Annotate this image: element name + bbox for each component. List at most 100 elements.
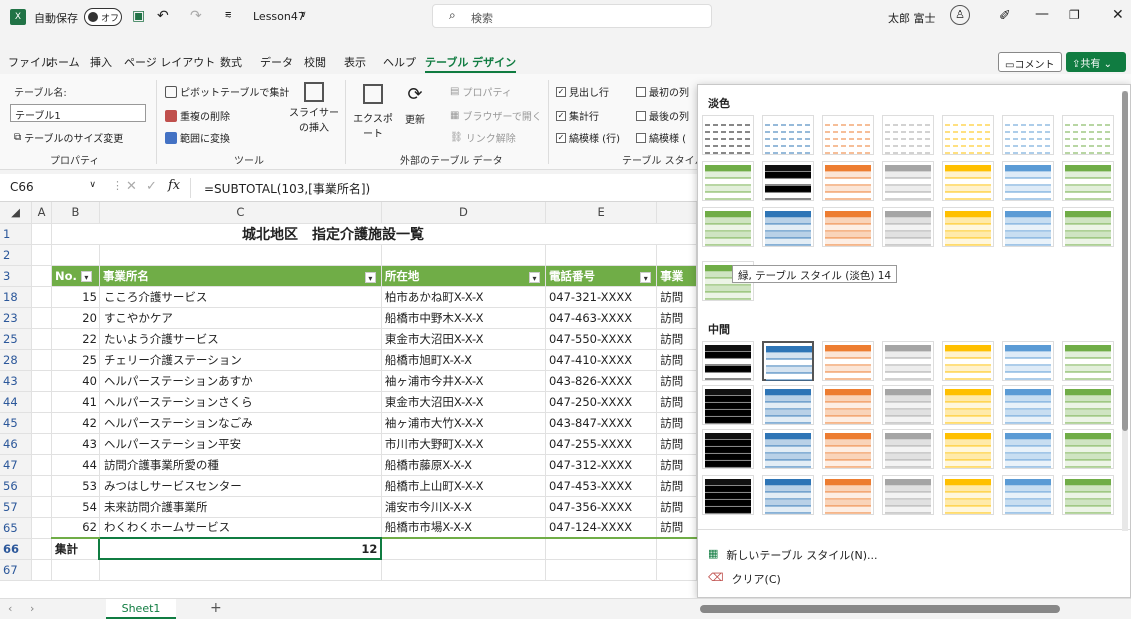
header-phone[interactable]: 電話番号 ▾ [545,265,658,287]
column-header-c[interactable]: C [99,202,382,224]
table-style-swatch[interactable] [1002,341,1054,381]
filter-dropdown-icon[interactable]: ▾ [528,271,540,283]
cell-address[interactable]: 東金市大沼田X-X-X [381,328,546,350]
enter-icon[interactable]: ✓ [146,179,157,194]
column-header-b[interactable]: B [51,202,100,224]
tab-home[interactable]: ホーム [47,54,80,70]
cell-no[interactable]: 42 [51,412,100,434]
pen-icon[interactable]: ✐ [999,8,1011,24]
row-number[interactable]: 23 [0,307,33,329]
table-style-swatch[interactable] [882,115,934,155]
table-style-swatch[interactable] [1062,385,1114,425]
new-table-style-button[interactable]: ▦ 新しいテーブル スタイル(N)... [708,547,878,563]
cell-address[interactable]: 東金市大沼田X-X-X [381,391,546,413]
table-style-swatch[interactable] [1062,161,1114,201]
table-style-swatch[interactable] [882,341,934,381]
cell-type[interactable]: 訪問 [656,391,697,413]
table-style-swatch[interactable] [822,207,874,247]
customize-qat-icon[interactable]: ⩳ [225,8,231,22]
total-label[interactable]: 集計 [51,537,100,560]
refresh-button[interactable]: ⟳ 更新 [400,84,430,126]
row-number[interactable]: 44 [0,391,33,413]
table-style-swatch[interactable] [702,161,754,201]
table-style-swatch[interactable] [702,475,754,515]
minimize-icon[interactable]: — [1035,6,1049,22]
table-style-swatch[interactable] [702,207,754,247]
table-style-swatch[interactable] [942,429,994,469]
table-style-swatch[interactable] [942,475,994,515]
banded-columns-checkbox[interactable]: 縞模様 ( [636,130,686,145]
select-all-corner[interactable]: ◢ [0,202,33,224]
tab-table-design[interactable]: テーブル デザイン [425,54,517,73]
cell-no[interactable]: 25 [51,349,100,371]
file-name[interactable]: Lesson47 [253,10,305,23]
cell-phone[interactable]: 047-356-XXXX [545,496,658,518]
cell-type[interactable]: 訪問 [656,454,697,476]
cell-name[interactable]: たいよう介護サービス [99,328,382,350]
cell-type[interactable]: 訪問 [656,286,697,308]
table-style-swatch[interactable] [702,115,754,155]
column-header-a[interactable]: A [31,202,53,224]
tab-insert[interactable]: 挿入 [90,54,112,70]
name-box[interactable]: C66 ∨ [4,178,102,198]
table-style-swatch[interactable] [702,341,754,381]
cell-name[interactable]: 未来訪問介護事業所 [99,496,382,518]
row-number[interactable]: 65 [0,517,33,539]
row-number[interactable]: 57 [0,496,33,518]
table-style-swatch[interactable] [822,429,874,469]
cancel-icon[interactable]: ✕ [126,179,137,194]
table-name-input[interactable]: テーブル1 [10,104,146,122]
cell-name[interactable]: みつはしサービスセンター [99,475,382,497]
tab-page-layout[interactable]: ページ レイアウト [124,54,215,70]
cell-address[interactable]: 浦安市今川X-X-X [381,496,546,518]
table-style-swatch[interactable] [762,429,814,469]
row-number[interactable]: 28 [0,349,33,371]
table-style-swatch[interactable] [762,341,814,381]
table-style-swatch[interactable] [822,161,874,201]
tab-review[interactable]: 校閲 [304,54,326,70]
table-style-swatch[interactable] [1062,429,1114,469]
next-sheet-icon[interactable]: › [30,602,34,615]
cell-no[interactable]: 15 [51,286,100,308]
table-style-swatch[interactable] [882,475,934,515]
tab-data[interactable]: データ [260,54,293,70]
cell-phone[interactable]: 047-312-XXXX [545,454,658,476]
last-column-checkbox[interactable]: 最後の列 [636,108,689,123]
sheet-tab[interactable]: Sheet1 [106,599,176,619]
table-style-swatch[interactable] [1062,475,1114,515]
cell-phone[interactable]: 047-124-XXXX [545,517,658,539]
cell-phone[interactable]: 047-550-XXXX [545,328,658,350]
gallery-scrollbar[interactable] [1122,91,1128,531]
restore-icon[interactable]: ❐ [1069,8,1080,22]
cell-address[interactable]: 船橋市旭町X-X-X [381,349,546,371]
cell-no[interactable]: 62 [51,517,100,539]
table-style-swatch[interactable] [822,341,874,381]
row-number[interactable]: 56 [0,475,33,497]
cell-phone[interactable]: 047-410-XXXX [545,349,658,371]
cell-no[interactable]: 44 [51,454,100,476]
cell-no[interactable]: 20 [51,307,100,329]
redo-icon[interactable]: ↷ [190,8,202,24]
table-style-swatch[interactable] [762,161,814,201]
filter-dropdown-icon[interactable]: ▾ [80,270,92,282]
table-style-swatch[interactable] [942,207,994,247]
row-number[interactable]: 25 [0,328,33,350]
cell-no[interactable]: 54 [51,496,100,518]
save-icon[interactable]: ▣ [132,8,145,24]
cell-address[interactable]: 船橋市市場X-X-X [381,517,546,539]
table-style-swatch[interactable] [822,475,874,515]
cell-address[interactable]: 船橋市上山町X-X-X [381,475,546,497]
filter-dropdown-icon[interactable]: ▾ [364,271,376,283]
cell-type[interactable]: 訪問 [656,517,697,539]
cell-type[interactable]: 訪問 [656,496,697,518]
cell-name[interactable]: ヘルパーステーションなごみ [99,412,382,434]
table-style-swatch[interactable] [1062,207,1114,247]
table-style-swatch[interactable] [1062,341,1114,381]
table-style-swatch[interactable] [762,207,814,247]
cell-address[interactable]: 袖ヶ浦市今井X-X-X [381,370,546,392]
slicer-button[interactable]: スライサーの挿入 [288,82,340,142]
header-address[interactable]: 所在地 ▾ [381,265,546,287]
tab-file[interactable]: ファイル [8,54,52,70]
cell-phone[interactable]: 043-826-XXXX [545,370,658,392]
row-number[interactable]: 46 [0,433,33,455]
